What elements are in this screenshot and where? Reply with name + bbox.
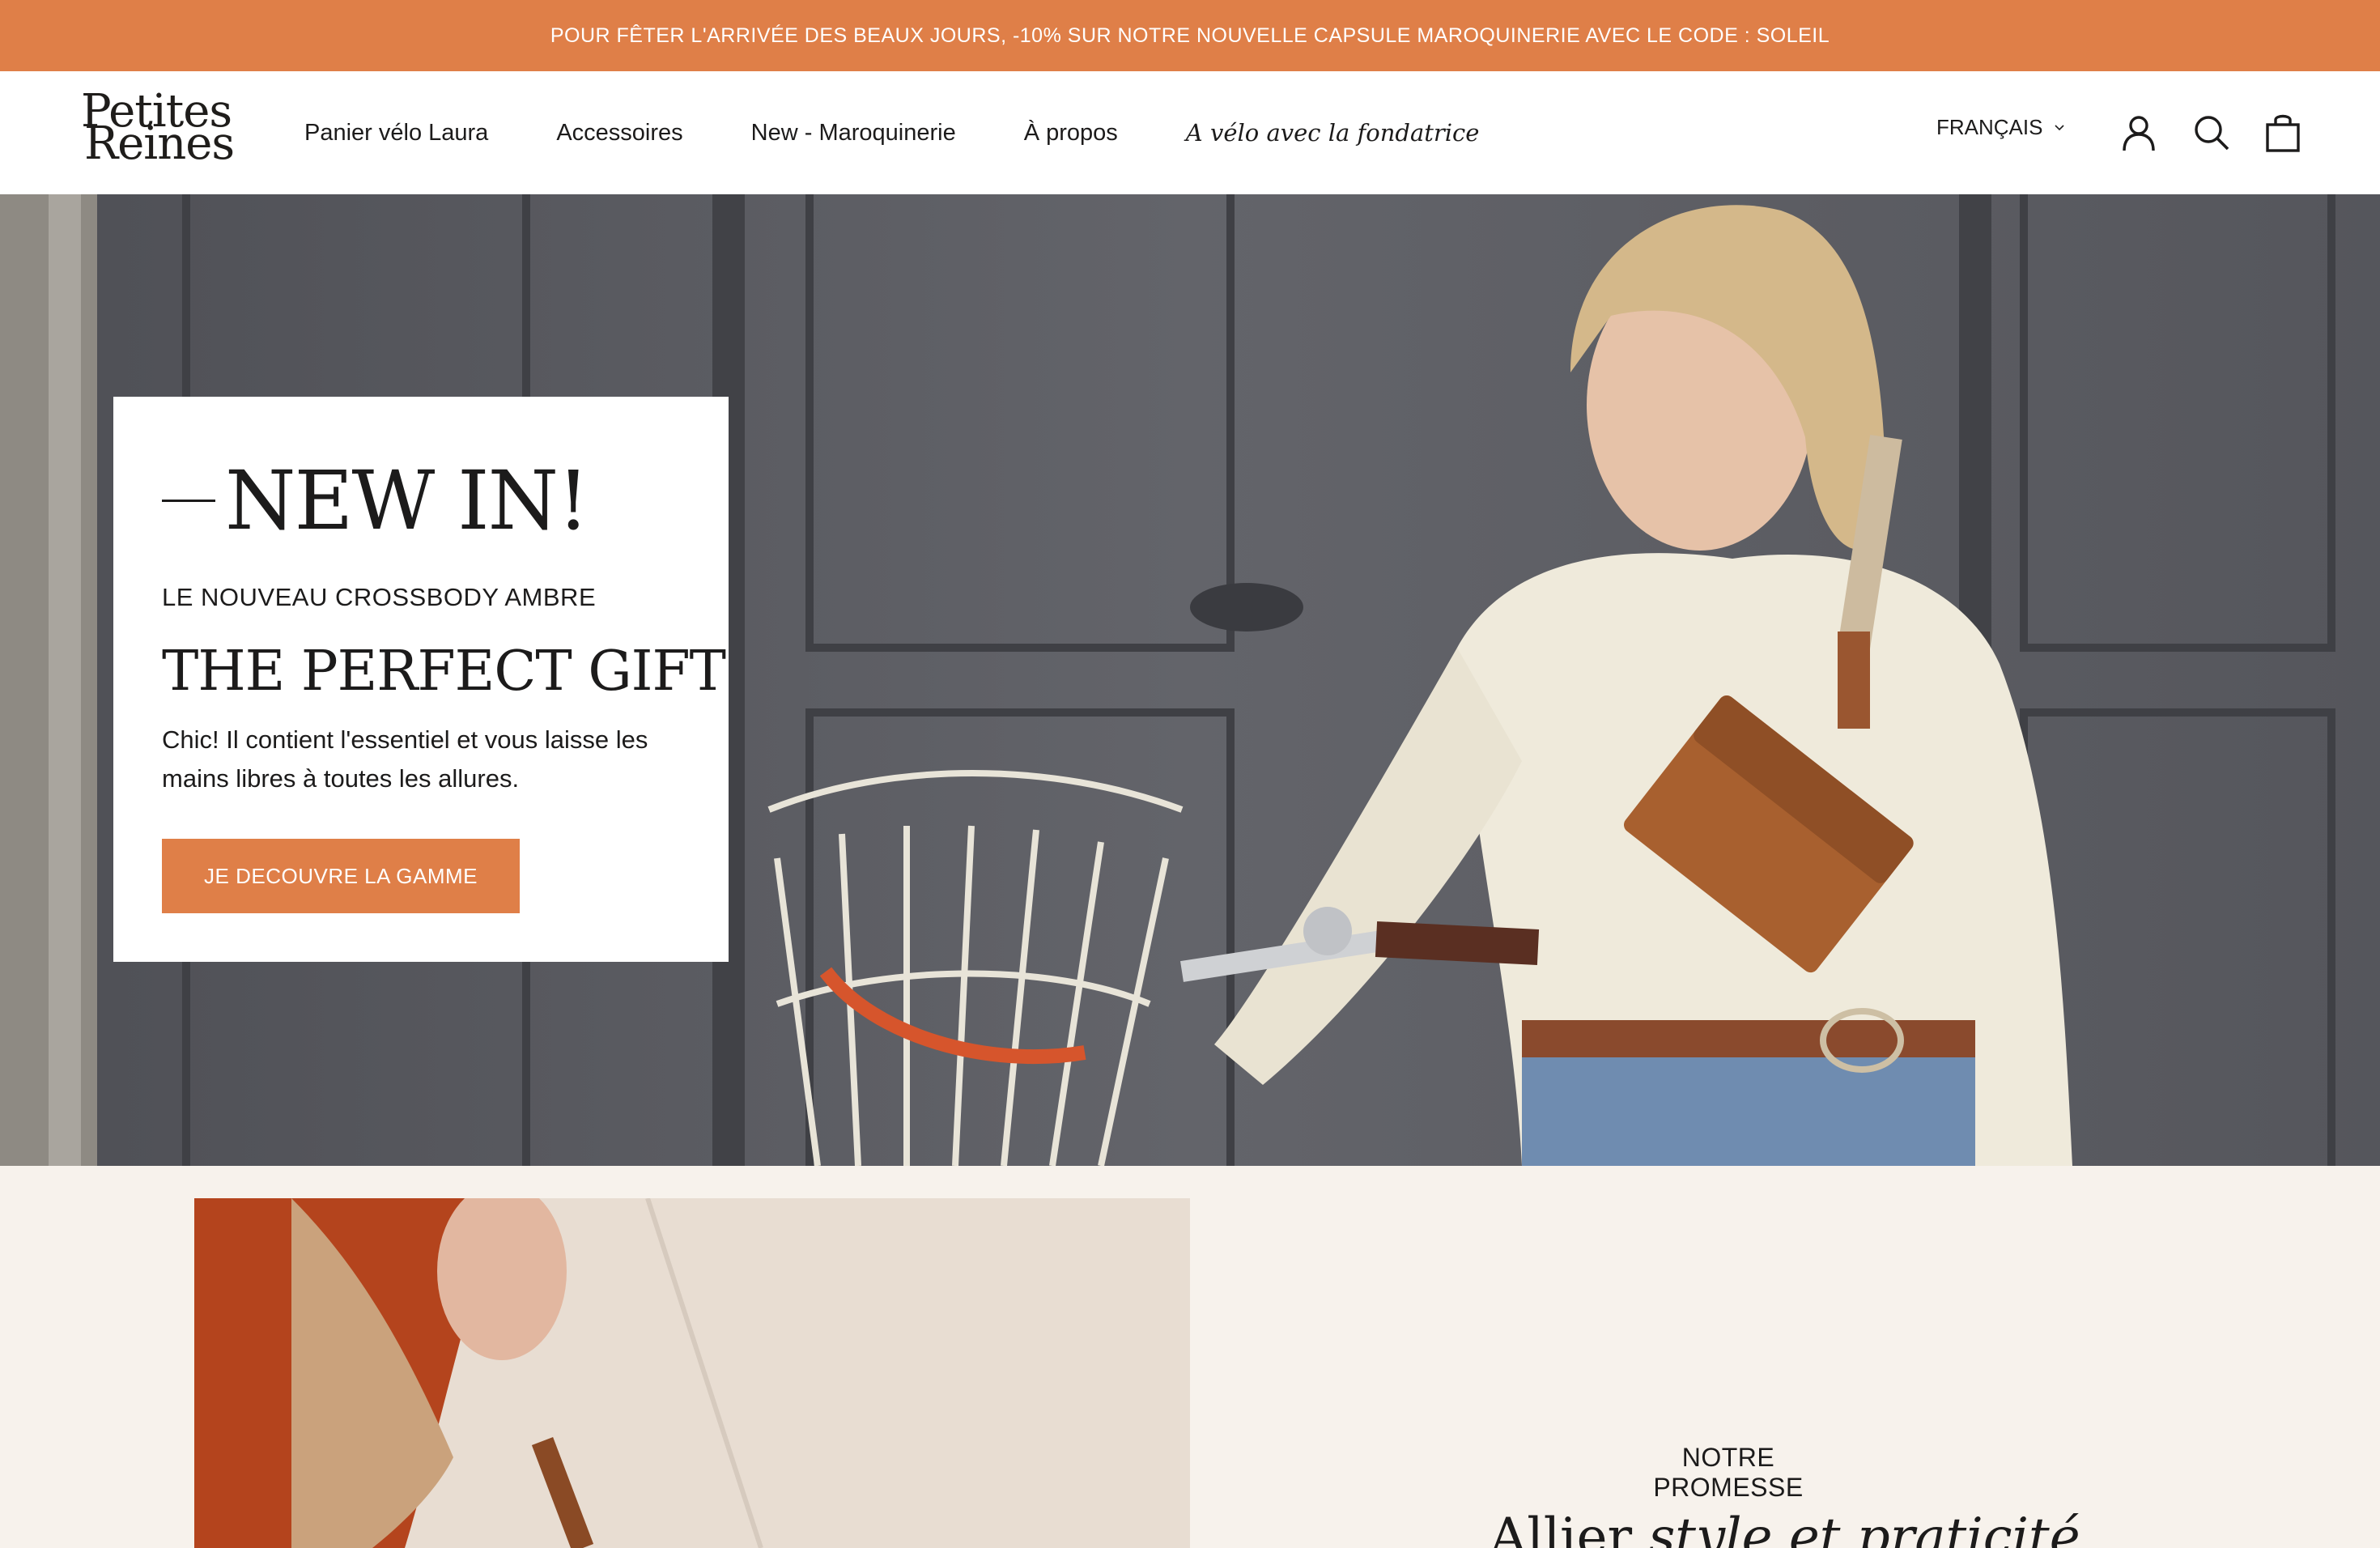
nav-item-fondatrice[interactable]: A vélo avec la fondatrice (1186, 119, 1480, 147)
knit-sweater-photo (194, 1198, 1190, 1548)
announcement-text: POUR FÊTER L'ARRIVÉE DES BEAUX JOURS, -1… (550, 23, 1830, 47)
hero-subtitle: LE NOUVEAU CROSSBODY AMBRE (162, 583, 597, 611)
announcement-bar: POUR FÊTER L'ARRIVÉE DES BEAUX JOURS, -1… (0, 0, 2380, 71)
promise-label: NOTRE PROMESSE (1653, 1443, 1804, 1502)
title-dash (162, 500, 215, 502)
main-nav: Panier vélo Laura Accessoires New - Maro… (304, 71, 1479, 194)
discover-range-button[interactable]: JE DECOUVRE LA GAMME (162, 839, 520, 913)
brand-logo-line2: Reines (84, 117, 235, 170)
nav-item-a-propos[interactable]: À propos (1024, 120, 1118, 147)
hero-title-text: NEW IN! (225, 453, 589, 548)
chevron-down-icon (2055, 124, 2065, 130)
cart-icon[interactable] (2262, 112, 2304, 154)
nav-item-maroquinerie[interactable]: New - Maroquinerie (751, 120, 956, 147)
promise-title-plain: Allier (1490, 1508, 1649, 1548)
language-label: FRANÇAIS (1936, 115, 2043, 139)
brand-logo[interactable]: Petites Reines (81, 89, 251, 173)
language-selector[interactable]: FRANÇAIS (1936, 115, 2065, 140)
site-header: Petites Reines Panier vélo Laura Accesso… (0, 71, 2380, 194)
search-icon[interactable] (2191, 112, 2233, 154)
promise-title-italic: style et praticité (1648, 1508, 2080, 1548)
hero-banner: NEW IN! LE NOUVEAU CROSSBODY AMBRE THE P… (0, 194, 2380, 1166)
nav-item-accessoires[interactable]: Accessoires (556, 120, 682, 147)
account-icon[interactable] (2118, 112, 2160, 154)
promise-title: Allier style et praticité (1490, 1508, 2080, 1548)
promise-image (194, 1198, 1190, 1548)
hero-description: Chic! Il contient l'essentiel et vous la… (162, 725, 648, 793)
nav-item-panier-velo[interactable]: Panier vélo Laura (304, 120, 488, 147)
hero-heading: THE PERFECT GIFT (162, 640, 726, 704)
hero-card: NEW IN! LE NOUVEAU CROSSBODY AMBRE THE P… (113, 397, 729, 962)
hero-title: NEW IN! (162, 453, 589, 548)
